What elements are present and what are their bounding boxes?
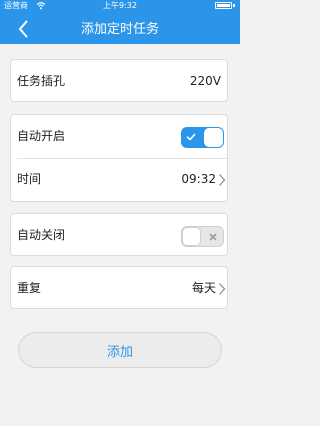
auto-on-toggle[interactable] — [181, 127, 224, 148]
socket-card: 任务插孔 220V — [10, 59, 228, 102]
socket-value: 220V — [189, 74, 221, 88]
toggle-knob — [204, 128, 223, 147]
auto-on-card: 自动开启 时间 09:32 — [10, 114, 228, 202]
x-icon — [209, 233, 217, 241]
status-bar: 运营商 上午9:32 — [0, 0, 240, 12]
auto-on-label: 自动开启 — [17, 129, 66, 143]
time-row[interactable]: 时间 09:32 — [11, 158, 227, 201]
auto-on-row: 自动开启 — [11, 115, 227, 158]
time-value: 09:32 — [181, 172, 216, 186]
status-time: 上午9:32 — [103, 1, 137, 10]
chevron-right-icon — [219, 174, 226, 186]
header-bar: 运营商 上午9:32 添加定时任务 — [0, 0, 240, 44]
auto-off-toggle[interactable] — [181, 226, 224, 247]
battery-icon — [215, 2, 232, 9]
socket-label: 任务插孔 — [17, 74, 66, 88]
auto-off-label: 自动关闭 — [17, 228, 66, 242]
add-button[interactable]: 添加 — [18, 332, 222, 368]
check-icon — [186, 133, 196, 141]
repeat-card: 重复 每天 — [10, 266, 228, 309]
auto-off-row: 自动关闭 — [11, 214, 227, 257]
repeat-label: 重复 — [17, 281, 42, 295]
time-label: 时间 — [17, 172, 42, 186]
chevron-right-icon — [219, 283, 226, 295]
repeat-value: 每天 — [191, 281, 216, 295]
page-title: 添加定时任务 — [80, 22, 159, 37]
toggle-knob — [182, 227, 201, 246]
repeat-row[interactable]: 重复 每天 — [11, 267, 227, 310]
socket-row[interactable]: 任务插孔 220V — [11, 60, 227, 103]
auto-off-card: 自动关闭 — [10, 213, 228, 256]
battery-tip — [233, 4, 235, 7]
